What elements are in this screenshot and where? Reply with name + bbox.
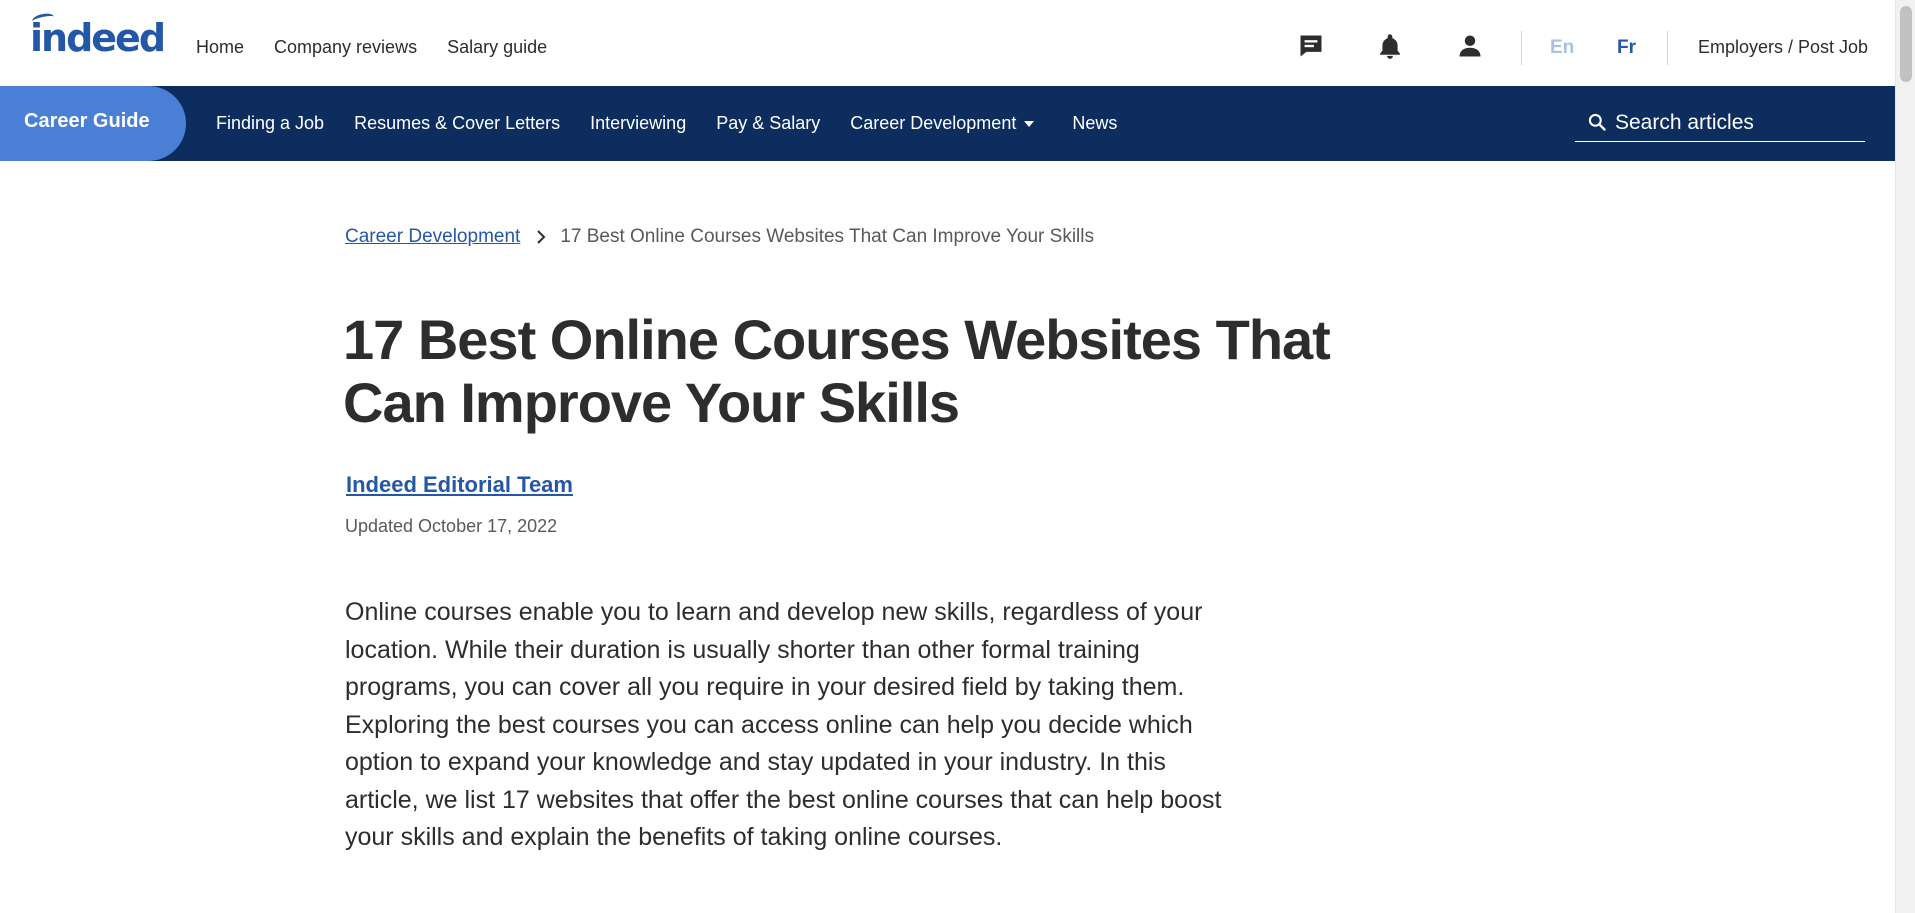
search-input[interactable] [1615,106,1860,140]
nav-home[interactable]: Home [196,37,244,58]
bell-icon [1380,34,1400,59]
nav-resumes-cover-letters[interactable]: Resumes & Cover Letters [354,113,560,134]
breadcrumb-career-development[interactable]: Career Development [345,226,520,248]
profile-icon [1459,35,1481,57]
nav-news[interactable]: News [1072,113,1117,134]
career-guide-label: Career Guide [24,110,150,132]
message-icon [1300,35,1322,57]
messages-button[interactable] [1297,32,1327,62]
career-guide-links: Finding a Job Resumes & Cover Letters In… [216,113,1117,134]
profile-button[interactable] [1456,32,1486,62]
author-link[interactable]: Indeed Editorial Team [346,472,573,498]
header-divider [1667,31,1668,65]
employers-post-job-link[interactable]: Employers / Post Job [1698,37,1868,58]
nav-pay-salary[interactable]: Pay & Salary [716,113,820,134]
top-nav: Home Company reviews Salary guide [196,37,547,58]
article-intro: Online courses enable you to learn and d… [345,598,1222,851]
nav-finding-a-job[interactable]: Finding a Job [216,113,324,134]
header-divider [1521,31,1522,65]
career-guide-badge[interactable]: Career Guide [0,86,186,161]
notifications-button[interactable] [1376,32,1406,62]
chevron-right-icon [537,230,546,244]
nav-career-development-label: Career Development [850,113,1017,133]
top-header: indeed Home Company reviews Salary guide… [0,0,1895,86]
nav-company-reviews[interactable]: Company reviews [274,37,417,58]
scrollbar-thumb[interactable] [1900,6,1912,82]
career-guide-nav: Career Guide Finding a Job Resumes & Cov… [0,86,1895,161]
indeed-logo[interactable]: indeed [30,11,166,60]
nav-salary-guide[interactable]: Salary guide [447,37,547,58]
nav-interviewing[interactable]: Interviewing [590,113,686,134]
breadcrumb-current: 17 Best Online Courses Websites That Can… [560,226,1094,247]
search-icon [1588,113,1606,131]
breadcrumb: Career Development 17 Best Online Course… [345,226,1094,248]
article-title: 17 Best Online Courses Websites That Can… [343,308,1331,434]
caret-down-icon [1024,121,1035,128]
updated-date: Updated October 17, 2022 [345,516,558,536]
search-articles[interactable] [1575,106,1865,142]
scrollbar[interactable] [1895,0,1915,913]
language-en[interactable]: En [1550,37,1574,59]
language-fr[interactable]: Fr [1617,37,1636,59]
nav-career-development[interactable]: Career Development [850,113,1035,134]
